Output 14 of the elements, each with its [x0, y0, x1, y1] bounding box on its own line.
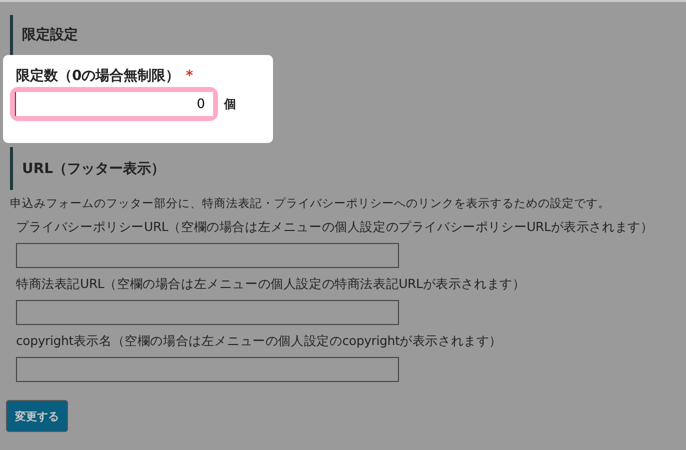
field-label: プライバシーポリシーURL（空欄の場合は左メニューの個人設定のプライバシーポリシーURLが表示されます） — [16, 219, 654, 236]
submit-button[interactable]: 変更する — [6, 400, 68, 432]
section-heading: 限定設定 — [22, 26, 78, 44]
section-heading: URL（フッター表示） — [22, 160, 166, 178]
field-label: 限定数（0の場合無制限） — [16, 67, 180, 85]
url-input[interactable] — [16, 300, 399, 325]
field-label: 特商法表記URL（空欄の場合は左メニューの個人設定の特商法表記URLが表示されます） — [16, 276, 526, 293]
section-description: 申込みフォームのフッター部分に、特商法表記・プライバシーポリシーへのリンクを表示するための設定です。 — [10, 196, 611, 211]
limit-input[interactable]: 0 — [10, 87, 218, 121]
unit-label: 個 — [224, 96, 236, 112]
url-input[interactable] — [16, 357, 399, 382]
field-label: copyright表示名（空欄の場合は左メニューの個人設定のcopyrightが表示されます） — [16, 333, 504, 350]
required-mark: * — [186, 68, 194, 84]
url-input[interactable] — [16, 243, 399, 268]
